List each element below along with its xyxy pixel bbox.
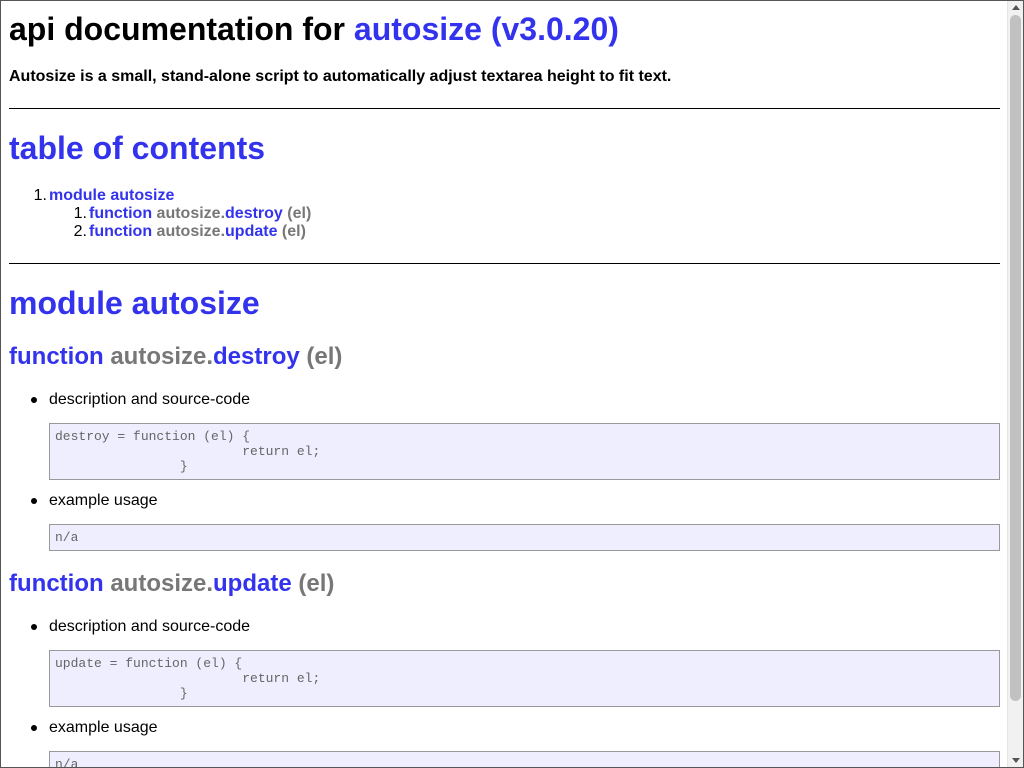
source-label: description and source-code (30, 618, 251, 635)
scrollbar-thumb[interactable] (1010, 15, 1021, 701)
page-title: api documentation for autosize (v3.0.20) (9, 9, 619, 49)
function-keyword: function (9, 343, 104, 370)
function-heading-update: function autosize.update (el) (9, 569, 334, 599)
example-code-block: n/a (49, 751, 1000, 767)
toc-keyword: function (89, 223, 153, 240)
document-content: api documentation for autosize (v3.0.20)… (9, 1, 1000, 767)
source-code-block: destroy = function (el) { return el; } (49, 423, 1000, 480)
toc-item-number: 2. (73, 223, 87, 240)
divider (9, 108, 1000, 109)
toc-item-module-autosize[interactable]: 1. module autosize (9, 187, 1000, 205)
source-code-block: update = function (el) { return el; } (49, 650, 1000, 707)
toc-args: (el) (287, 205, 312, 222)
function-heading-destroy: function autosize.destroy (el) (9, 342, 342, 372)
page-title-prefix: api documentation for (9, 11, 354, 47)
toc-args: (el) (281, 223, 306, 240)
function-object: autosize. (110, 570, 214, 597)
browser-viewport: api documentation for autosize (v3.0.20)… (0, 0, 1024, 768)
scroll-down-arrow-icon[interactable] (1012, 758, 1020, 763)
table-of-contents: 1. module autosize 1. function autosize.… (9, 187, 1000, 241)
example-label: example usage (31, 492, 158, 509)
function-keyword: function (9, 570, 104, 597)
toc-item-number: 1. (73, 205, 87, 222)
toc-link-update[interactable]: function autosize.update (el) (89, 223, 306, 241)
module-title: module autosize (9, 285, 260, 321)
toc-object: autosize. (156, 223, 226, 240)
source-label: description and source-code (30, 391, 251, 408)
package-link[interactable]: autosize (v3.0.20) (354, 11, 619, 47)
toc-title: table of contents (9, 130, 266, 166)
toc-item-destroy[interactable]: 1. function autosize.destroy (el) (9, 205, 1000, 223)
toc-object: autosize. (156, 205, 226, 222)
example-label: example usage (31, 719, 158, 736)
function-args: (el) (306, 343, 343, 370)
function-name: destroy (213, 343, 300, 370)
toc-item-update[interactable]: 2. function autosize.update (el) (9, 223, 1000, 241)
divider (9, 263, 1000, 264)
package-description: Autosize is a small, stand-alone script … (9, 68, 672, 85)
toc-keyword: function (89, 205, 153, 222)
function-args: (el) (298, 570, 335, 597)
toc-link-destroy[interactable]: function autosize.destroy (el) (89, 205, 311, 223)
function-name: update (213, 570, 292, 597)
toc-function-name: destroy (225, 205, 283, 222)
function-object: autosize. (110, 343, 214, 370)
toc-function-name: update (225, 223, 278, 240)
vertical-scrollbar[interactable] (1007, 1, 1023, 767)
toc-item-number: 1. (33, 187, 47, 204)
toc-link-module-autosize[interactable]: module autosize (49, 187, 174, 205)
scroll-up-arrow-icon[interactable] (1012, 5, 1020, 10)
example-code-block: n/a (49, 524, 1000, 551)
